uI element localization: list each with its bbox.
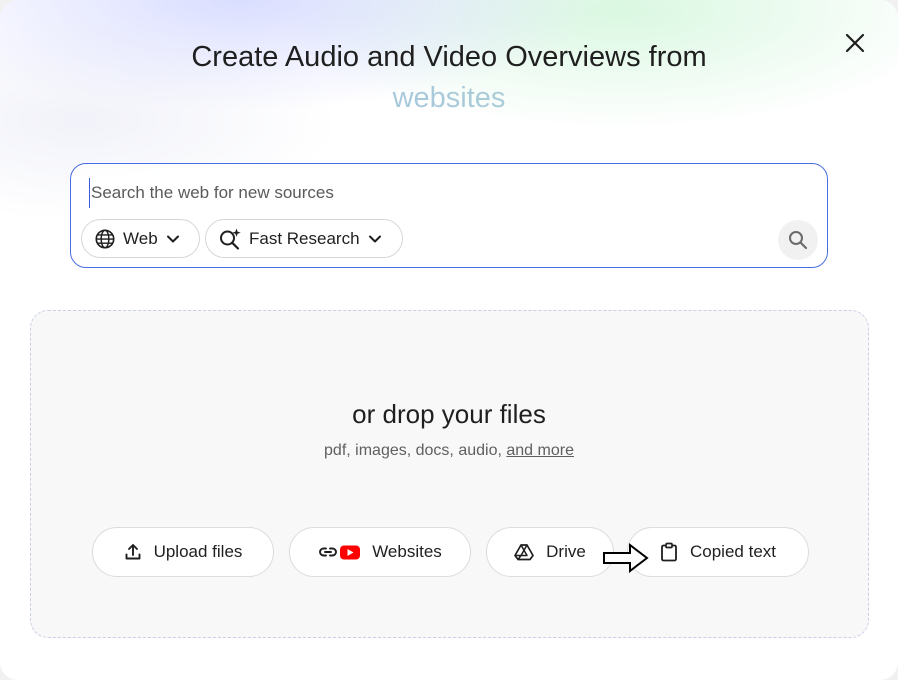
search-input[interactable] xyxy=(89,178,773,208)
search-icon xyxy=(789,231,808,250)
drive-button[interactable]: Drive xyxy=(486,527,614,577)
link-youtube-icon xyxy=(318,543,361,561)
copied-text-label: Copied text xyxy=(690,542,776,561)
drive-label: Drive xyxy=(546,542,586,561)
and-more-link[interactable]: and more xyxy=(506,442,574,459)
copied-text-button[interactable]: Copied text xyxy=(627,527,809,577)
research-mode-label: Fast Research xyxy=(249,228,360,248)
search-submit-button[interactable] xyxy=(778,220,818,260)
dialog-title: Create Audio and Video Overviews from xyxy=(191,41,707,73)
websites-button[interactable]: Websites xyxy=(289,527,471,577)
chevron-down-icon xyxy=(368,235,381,242)
chevron-down-icon xyxy=(166,235,179,242)
drop-zone-subtitle: pdf, images, docs, audio, and more xyxy=(31,442,867,460)
drop-zone-title: or drop your files xyxy=(352,399,546,429)
upload-files-button[interactable]: Upload files xyxy=(92,527,274,577)
dialog-title-accent: websites xyxy=(0,79,898,117)
search-box: Web Fast Research xyxy=(70,163,828,268)
file-drop-zone[interactable]: or drop your files pdf, images, docs, au… xyxy=(30,310,869,638)
websites-label: Websites xyxy=(372,542,442,561)
source-type-dropdown[interactable]: Web xyxy=(81,219,200,258)
upload-files-label: Upload files xyxy=(153,542,243,561)
drive-icon xyxy=(514,543,535,561)
sparkle-search-icon xyxy=(220,228,241,250)
upload-icon xyxy=(124,543,142,561)
research-mode-dropdown[interactable]: Fast Research xyxy=(205,219,403,258)
source-type-label: Web xyxy=(123,228,158,248)
globe-icon xyxy=(95,228,115,249)
clipboard-icon xyxy=(660,542,678,562)
supported-types-text: pdf, images, docs, audio, xyxy=(324,442,502,459)
add-sources-dialog: Create Audio and Video Overviews from we… xyxy=(0,0,898,680)
